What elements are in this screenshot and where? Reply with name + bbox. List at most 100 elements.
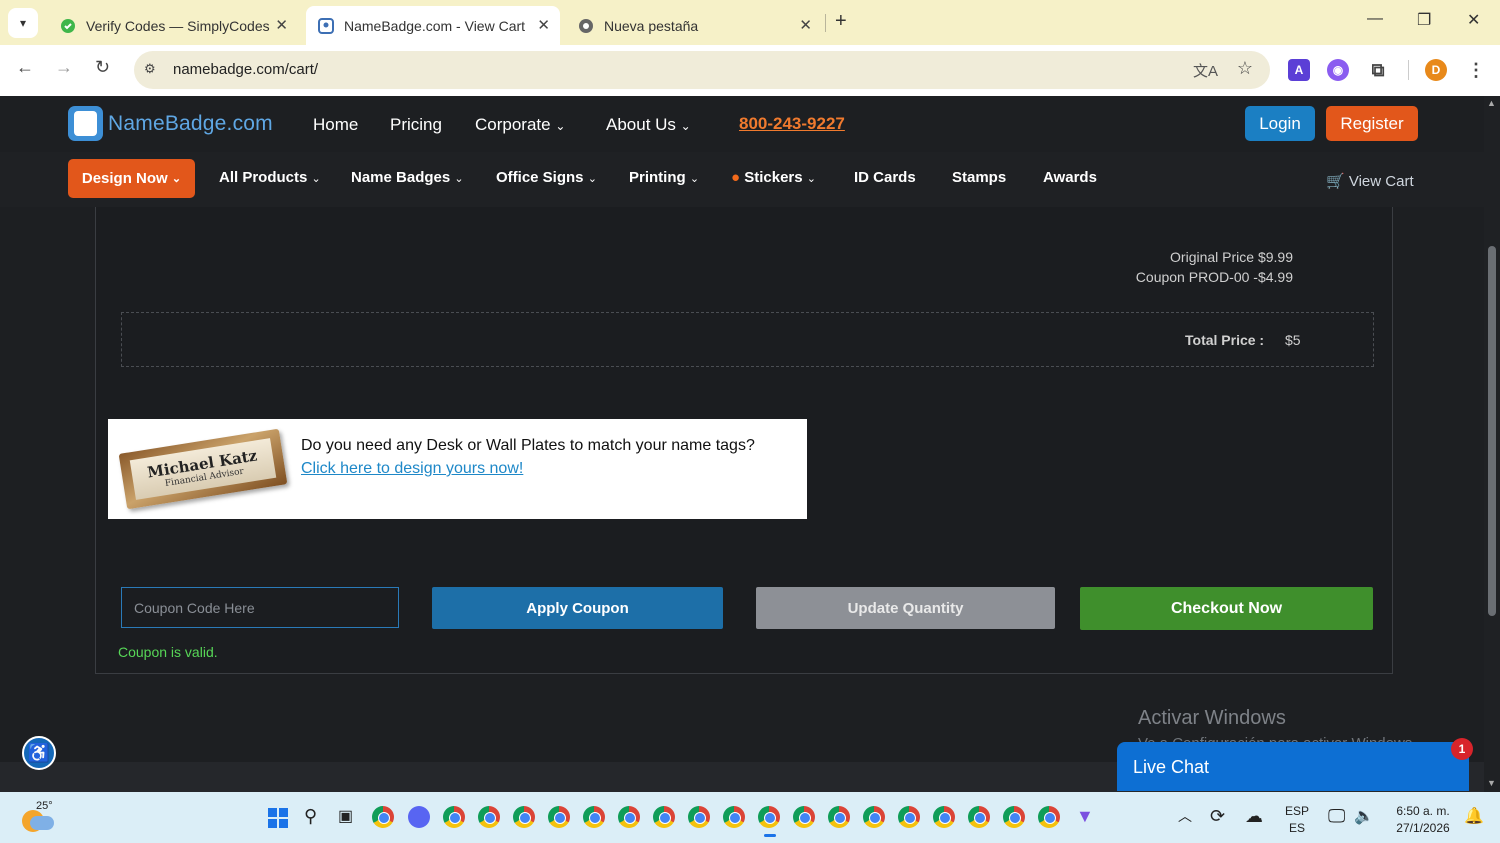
fire-icon: ● [731, 169, 741, 186]
chrome-taskbar-icon[interactable] [372, 806, 394, 828]
chrome-taskbar-icon[interactable] [1003, 806, 1025, 828]
nav-home[interactable]: Home [313, 115, 358, 135]
chrome-taskbar-icon[interactable] [653, 806, 675, 828]
bookmark-star-icon[interactable]: ☆ [1237, 58, 1253, 79]
coupon-code-input[interactable] [121, 587, 399, 628]
chrome-taskbar-icon[interactable] [968, 806, 990, 828]
chrome-taskbar-icon[interactable] [898, 806, 920, 828]
promo-design-link[interactable]: Click here to design yours now! [301, 460, 523, 478]
close-window-icon[interactable]: ✕ [1467, 10, 1480, 30]
nav-name-badges[interactable]: Name Badges ⌄ [351, 169, 464, 186]
reload-icon[interactable]: ↻ [95, 57, 110, 78]
onedrive-icon[interactable]: ☁ [1245, 806, 1263, 827]
chrome-taskbar-icon[interactable] [548, 806, 570, 828]
forward-arrow-icon[interactable]: → [55, 57, 73, 78]
live-chat-button[interactable]: Live Chat [1117, 742, 1469, 791]
total-price-label: Total Price : [1185, 332, 1265, 348]
clock[interactable]: 6:50 a. m. 27/1/2026 [1384, 803, 1462, 837]
back-arrow-icon[interactable]: ← [16, 57, 34, 78]
chrome-taskbar-icon[interactable] [618, 806, 640, 828]
chevron-down-icon: ⌄ [555, 119, 566, 133]
view-cart-link[interactable]: 🛒 View Cart [1326, 172, 1414, 190]
weather-widget[interactable]: 25° [22, 800, 56, 834]
active-app-indicator [764, 834, 776, 837]
close-tab-icon[interactable]: ✕ [275, 16, 288, 34]
nav-stamps[interactable]: Stamps [952, 169, 1006, 186]
tab-search-dropdown-icon[interactable]: ▾ [8, 8, 38, 38]
apply-coupon-button[interactable]: Apply Coupon [432, 587, 723, 629]
scrollbar-thumb[interactable] [1488, 246, 1496, 616]
design-now-label: Design Now [81, 170, 168, 187]
new-tab-plus-icon[interactable]: + [835, 10, 847, 33]
chrome-taskbar-icon[interactable] [443, 806, 465, 828]
vpn-taskbar-icon[interactable]: ▼ [1076, 806, 1094, 827]
tab-new-tab[interactable]: Nueva pestaña ✕ [566, 6, 822, 45]
nav-all-products[interactable]: All Products ⌄ [219, 169, 321, 186]
language-indicator[interactable]: ESP ES [1282, 803, 1312, 837]
accessibility-icon[interactable]: ♿ [22, 736, 56, 770]
chrome-taskbar-icon[interactable] [863, 806, 885, 828]
extensions-puzzle-icon[interactable]: ⧉ [1367, 59, 1389, 81]
chevron-up-icon[interactable]: ︿ [1178, 806, 1192, 826]
phone-link[interactable]: 800-243-9227 [739, 114, 845, 134]
nav-awards[interactable]: Awards [1043, 169, 1097, 186]
chrome-taskbar-icon[interactable] [583, 806, 605, 828]
nav-printing[interactable]: Printing ⌄ [629, 169, 699, 186]
cloud-icon [30, 816, 54, 830]
tab-namebadge-cart[interactable]: NameBadge.com - View Cart ✕ [306, 6, 560, 45]
update-quantity-button[interactable]: Update Quantity [756, 587, 1055, 629]
site-info-icon[interactable]: ⚙ [144, 61, 156, 77]
chrome-taskbar-icon[interactable] [793, 806, 815, 828]
restore-icon[interactable]: ❐ [1417, 10, 1431, 30]
nav-office-signs[interactable]: Office Signs ⌄ [496, 169, 597, 186]
chrome-taskbar-icon[interactable] [688, 806, 710, 828]
close-tab-icon[interactable]: ✕ [799, 16, 812, 34]
profile-avatar[interactable]: D [1425, 59, 1447, 81]
chevron-down-icon: ⌄ [454, 173, 464, 185]
nav-label: Name Badges [351, 169, 451, 186]
chrome-taskbar-icon[interactable] [478, 806, 500, 828]
extension-purple-icon[interactable]: ◉ [1327, 59, 1349, 81]
task-view-icon[interactable]: ▣ [338, 806, 353, 826]
windows-start-icon[interactable] [268, 808, 288, 828]
desk-plate-promo-banner[interactable]: Michael Katz Financial Advisor Do you ne… [108, 419, 807, 519]
chrome-taskbar-icon-active[interactable] [758, 806, 780, 828]
chrome-taskbar-icon[interactable] [933, 806, 955, 828]
volume-icon[interactable]: 🔈 [1354, 806, 1374, 826]
scroll-up-icon[interactable]: ▲ [1487, 98, 1496, 108]
tab-title: NameBadge.com - View Cart [344, 17, 526, 34]
address-bar[interactable]: ⚙ namebadge.com/cart/ 文A ☆ [134, 51, 1270, 89]
sync-icon[interactable]: ⟳ [1210, 806, 1225, 827]
discord-taskbar-icon[interactable] [408, 806, 430, 828]
chrome-taskbar-icon[interactable] [513, 806, 535, 828]
site-logo[interactable]: NameBadge.com [68, 106, 273, 141]
checkout-now-button[interactable]: Checkout Now [1080, 587, 1373, 630]
extension-a-icon[interactable]: A [1288, 59, 1310, 81]
scroll-down-icon[interactable]: ▼ [1487, 778, 1496, 788]
nav-pricing[interactable]: Pricing [390, 115, 442, 135]
chrome-taskbar-icon[interactable] [723, 806, 745, 828]
url-text[interactable]: namebadge.com/cart/ [173, 61, 318, 78]
browser-menu-icon[interactable]: ⋮ [1465, 59, 1487, 81]
chrome-favicon-icon [578, 18, 594, 34]
translate-icon[interactable]: 文A [1193, 60, 1218, 81]
nav-id-cards[interactable]: ID Cards [854, 169, 916, 186]
search-icon[interactable]: ⚲ [304, 806, 317, 827]
network-icon[interactable]: 🖵 [1328, 806, 1345, 827]
nav-corporate[interactable]: Corporate ⌄ [475, 115, 565, 135]
design-now-button[interactable]: Design Now ⌄ [68, 159, 195, 198]
nav-label: Office Signs [496, 169, 584, 186]
nav-about-us[interactable]: About Us ⌄ [606, 115, 691, 135]
register-button[interactable]: Register [1326, 106, 1418, 141]
login-button[interactable]: Login [1245, 106, 1315, 141]
page-scrollbar[interactable]: ▲ ▼ [1484, 96, 1500, 792]
chrome-taskbar-icon[interactable] [828, 806, 850, 828]
clock-time: 6:50 a. m. [1396, 804, 1450, 818]
close-tab-icon[interactable]: ✕ [537, 16, 550, 34]
minimize-icon[interactable]: — [1367, 10, 1383, 28]
tab-title: Verify Codes — SimplyCodes [86, 17, 270, 34]
nav-stickers[interactable]: ● Stickers ⌄ [731, 169, 816, 186]
chrome-taskbar-icon[interactable] [1038, 806, 1060, 828]
notifications-icon[interactable]: 🔔 [1464, 806, 1484, 826]
tab-simplycodes[interactable]: Verify Codes — SimplyCodes ✕ [48, 6, 298, 45]
